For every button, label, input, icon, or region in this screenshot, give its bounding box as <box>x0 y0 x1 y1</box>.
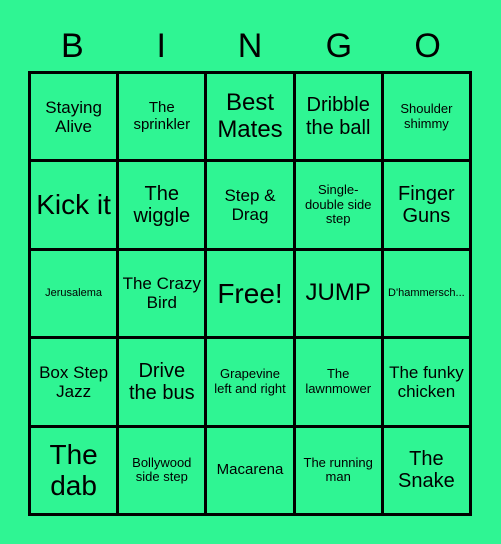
bingo-cell-n1[interactable]: Best Mates <box>207 74 296 163</box>
bingo-cell-i1[interactable]: The sprinkler <box>119 74 208 163</box>
bingo-cell-o1[interactable]: Shoulder shimmy <box>383 74 472 163</box>
bingo-card: B I N G O Staying Alive The sprinkler Be… <box>0 0 501 544</box>
header-letter-b: B <box>61 26 84 65</box>
bingo-cell-o4[interactable]: The funky chicken <box>383 339 472 428</box>
bingo-cell-label: Jerusalema <box>45 287 103 300</box>
bingo-cell-g2[interactable]: Single-double side step <box>295 162 384 251</box>
bingo-cell-label: Dribble the ball <box>305 94 371 139</box>
header-letter-n: N <box>237 26 263 65</box>
bingo-cell-label: The Snake <box>398 447 455 493</box>
bingo-cell-label: Best Mates <box>217 88 283 143</box>
bingo-cell-n2[interactable]: Step & Drag <box>207 162 296 251</box>
bingo-cell-label: The funky chicken <box>389 362 464 401</box>
bingo-cell-o5[interactable]: The Snake <box>383 427 472 516</box>
bingo-cell-g5[interactable]: The running man <box>295 427 384 516</box>
bingo-cell-label: Single-double side step <box>304 182 372 227</box>
bingo-cell-label: Bollywood side step <box>132 454 192 485</box>
bingo-cell-i2[interactable]: The wiggle <box>119 162 208 251</box>
bingo-cell-label: Shoulder shimmy <box>400 101 453 131</box>
bingo-cell-o2[interactable]: Finger Guns <box>383 162 472 251</box>
bingo-cell-label: Finger Guns <box>398 182 455 228</box>
bingo-cell-label: The sprinkler <box>133 98 191 133</box>
header-letter-g: G <box>325 26 353 65</box>
bingo-cell-n4[interactable]: Grapevine left and right <box>207 339 296 428</box>
bingo-cell-label: The Crazy Bird <box>122 274 201 313</box>
bingo-cell-i4[interactable]: Drive the bus <box>119 339 208 428</box>
bingo-cell-label: Drive the bus <box>128 359 195 404</box>
bingo-cell-label: D'hammersch... <box>388 287 465 300</box>
bingo-cell-label: The running man <box>303 454 373 485</box>
bingo-header: B I N G O <box>28 22 472 69</box>
bingo-cell-label: Step & Drag <box>224 186 276 225</box>
bingo-cell-o3[interactable]: D'hammersch... <box>383 250 472 340</box>
bingo-cell-b4[interactable]: Box Step Jazz <box>31 339 120 428</box>
bingo-cell-label: The dab <box>49 438 98 502</box>
header-letter-i: I <box>156 26 166 65</box>
bingo-cell-g3[interactable]: JUMP <box>295 250 384 340</box>
bingo-cell-g1[interactable]: Dribble the ball <box>295 74 384 163</box>
bingo-cell-label: Staying Alive <box>45 97 102 136</box>
header-letter-o: O <box>414 26 441 65</box>
bingo-cell-label: Macarena <box>216 460 284 478</box>
bingo-cell-b3[interactable]: Jerusalema <box>31 250 120 340</box>
bingo-cell-label: Kick it <box>36 189 111 221</box>
bingo-cell-i5[interactable]: Bollywood side step <box>119 427 208 516</box>
bingo-cell-free-space[interactable]: Free! <box>207 250 296 340</box>
bingo-cell-label: The lawnmower <box>305 366 372 396</box>
bingo-cell-label: JUMP <box>305 279 371 307</box>
bingo-cell-label: Grapevine left and right <box>214 366 286 396</box>
bingo-cell-n5[interactable]: Macarena <box>207 427 296 516</box>
bingo-cell-label: Box Step Jazz <box>39 362 109 401</box>
bingo-cell-i3[interactable]: The Crazy Bird <box>119 250 208 340</box>
bingo-cell-b1[interactable]: Staying Alive <box>31 74 120 163</box>
bingo-cell-b2[interactable]: Kick it <box>31 162 120 251</box>
bingo-cell-label: The wiggle <box>133 182 191 228</box>
bingo-cell-label: Free! <box>217 277 283 309</box>
bingo-cell-g4[interactable]: The lawnmower <box>295 339 384 428</box>
bingo-grid: Staying Alive The sprinkler Best Mates D… <box>28 71 472 516</box>
bingo-cell-b5[interactable]: The dab <box>31 427 120 516</box>
